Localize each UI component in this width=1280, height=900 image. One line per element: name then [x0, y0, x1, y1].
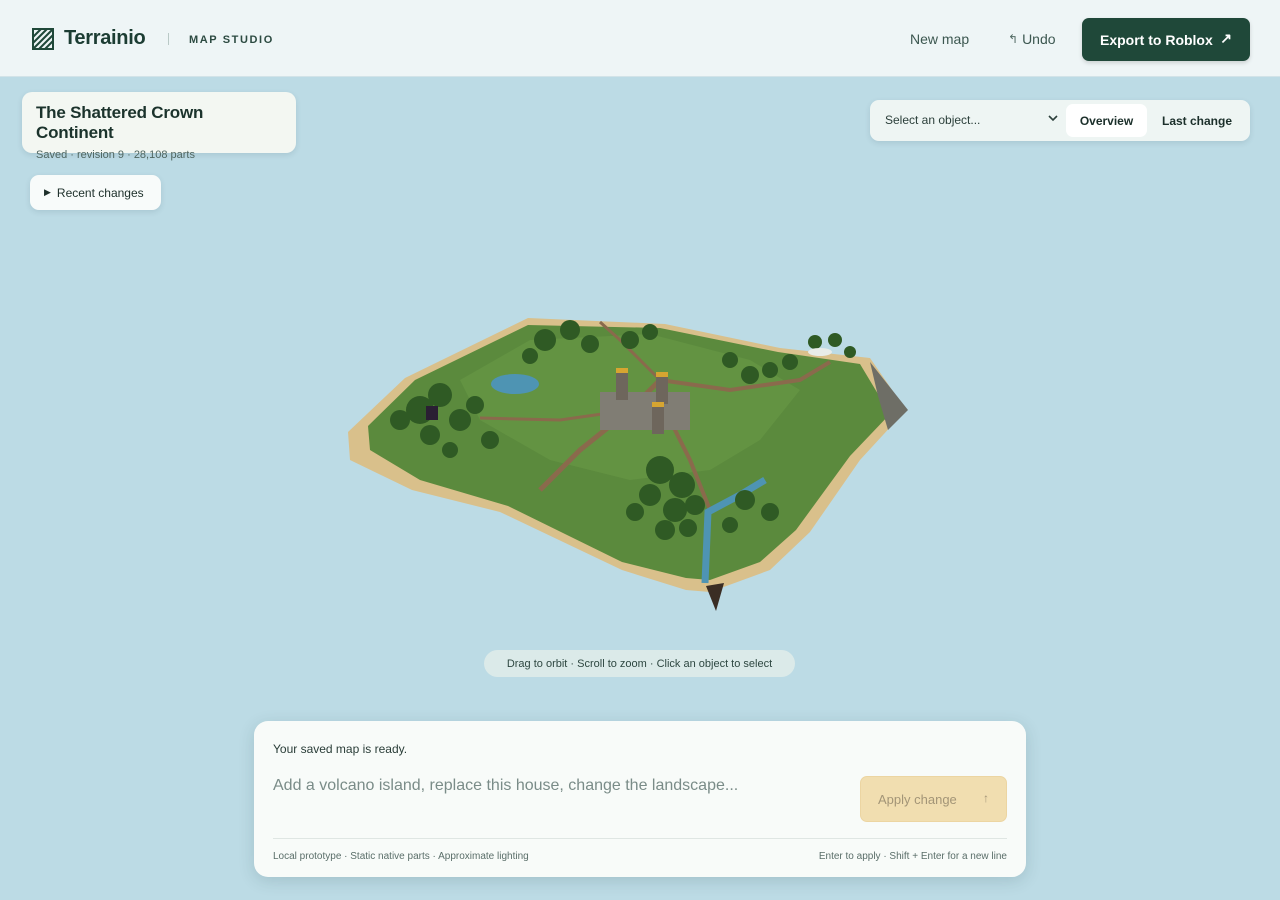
recent-changes-toggle[interactable]: ▶ Recent changes	[30, 175, 161, 210]
map-meta: Saved · revision 9 · 28,108 parts	[36, 149, 195, 161]
external-arrow-icon: ↗	[1220, 30, 1232, 46]
overview-tab[interactable]: Overview	[1066, 104, 1147, 137]
prompt-footer-info: Local prototype · Static native parts · …	[273, 851, 529, 862]
map-rock-spire	[706, 583, 724, 611]
terrainio-logo-icon	[32, 28, 54, 50]
view-controls: Select an object... Overview Last change	[870, 100, 1250, 141]
map-lake	[491, 374, 539, 394]
map-title: The Shattered Crown Continent	[36, 103, 204, 142]
prompt-panel: Your saved map is ready. Apply change ↑ …	[254, 721, 1026, 877]
map-info-card: The Shattered Crown Continent Saved · re…	[22, 92, 296, 161]
undo-label: Undo	[1022, 31, 1056, 47]
new-map-button[interactable]: New map	[910, 31, 969, 47]
3d-map-viewport[interactable]	[330, 300, 930, 620]
top-bar: Terrainio MAP STUDIO New map ↰ Undo Expo…	[0, 0, 1280, 77]
brand-name: Terrainio	[64, 27, 146, 49]
undo-icon: ↰	[1008, 32, 1019, 46]
brand-divider	[168, 33, 169, 45]
export-to-roblox-button[interactable]: Export to Roblox ↗	[1082, 18, 1250, 61]
undo-button[interactable]: ↰ Undo	[1008, 31, 1056, 47]
apply-change-label: Apply change	[878, 791, 957, 807]
viewport-hint: Drag to orbit · Scroll to zoom · Click a…	[484, 650, 795, 677]
map-white-platform	[808, 348, 832, 356]
prompt-footer-shortcuts: Enter to apply · Shift + Enter for a new…	[818, 851, 1007, 862]
arrow-up-icon: ↑	[983, 791, 989, 805]
apply-change-button[interactable]: Apply change ↑	[860, 776, 1007, 822]
last-change-tab[interactable]: Last change	[1156, 104, 1238, 137]
object-select[interactable]: Select an object...	[885, 113, 980, 127]
recent-changes-label: Recent changes	[56, 185, 144, 200]
prompt-divider	[273, 838, 1007, 839]
chevron-down-icon	[1048, 115, 1058, 122]
prompt-status: Your saved map is ready.	[273, 742, 408, 756]
map-obsidian-block	[426, 406, 438, 420]
change-prompt-input[interactable]	[273, 774, 843, 798]
brand-subtitle: MAP STUDIO	[189, 34, 274, 46]
export-label: Export to Roblox	[1100, 31, 1213, 48]
caret-right-icon: ▶	[44, 187, 51, 197]
